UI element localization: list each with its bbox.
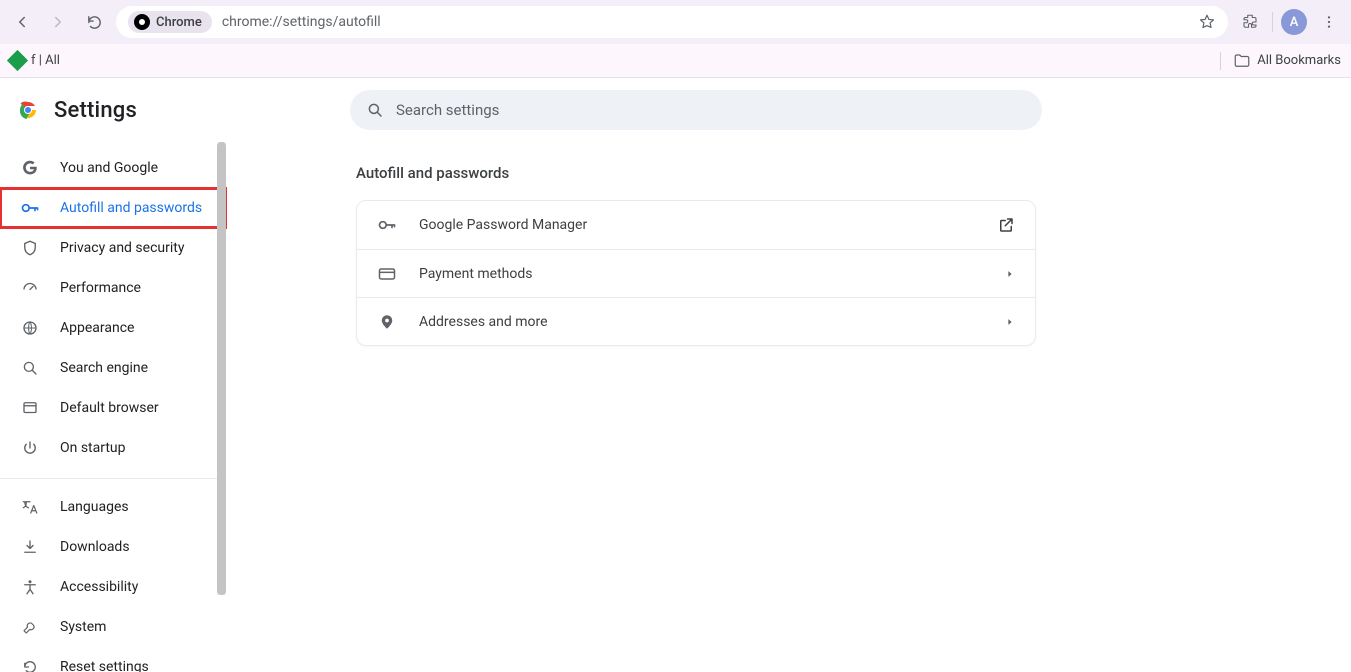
avatar-letter: A — [1290, 15, 1299, 30]
shield-icon — [20, 238, 40, 258]
row-google-password-manager[interactable]: Google Password Manager — [357, 201, 1035, 249]
power-icon — [20, 438, 40, 458]
sidebar-item-label: Accessibility — [60, 579, 138, 595]
speedometer-icon — [20, 278, 40, 298]
row-payment-methods[interactable]: Payment methods — [357, 249, 1035, 297]
sidebar-item-label: Default browser — [60, 400, 159, 416]
address-bar[interactable]: Chrome chrome://settings/autofill — [116, 6, 1228, 38]
translate-icon — [20, 497, 40, 517]
key-icon — [377, 215, 397, 235]
row-label: Google Password Manager — [419, 217, 997, 233]
sidebar-divider — [0, 478, 226, 479]
site-chip: Chrome — [128, 11, 212, 33]
globe-icon — [20, 318, 40, 338]
sidebar-item-label: Downloads — [60, 539, 130, 555]
sidebar-item-on-startup[interactable]: On startup — [0, 428, 226, 468]
sidebar-item-label: System — [60, 619, 106, 635]
chevron-right-icon — [1005, 317, 1015, 327]
bookbar-divider — [1220, 52, 1221, 70]
sidebar-item-privacy[interactable]: Privacy and security — [0, 228, 226, 268]
reload-button[interactable] — [80, 8, 108, 36]
star-icon[interactable] — [1198, 13, 1216, 31]
sidebar-item-you-google[interactable]: You and Google — [0, 148, 226, 188]
sidebar-item-system[interactable]: System — [0, 607, 226, 647]
settings-header: Settings Search settings — [0, 78, 1351, 142]
sidebar-item-label: Appearance — [60, 320, 134, 336]
sidebar-item-languages[interactable]: Languages — [0, 487, 226, 527]
sidebar-item-accessibility[interactable]: Accessibility — [0, 567, 226, 607]
bookmarks-bar: f | All All Bookmarks — [0, 44, 1351, 78]
sidebar-scrollbar-thumb[interactable] — [217, 142, 226, 595]
sidebar-item-search-engine[interactable]: Search engine — [0, 348, 226, 388]
autofill-card: Google Password Manager Payment methods — [356, 200, 1036, 346]
sidebar-item-label: Autofill and passwords — [60, 200, 202, 216]
bookmark-icon — [7, 50, 28, 71]
sidebar-scrollbar-track[interactable] — [217, 142, 226, 595]
location-icon — [377, 312, 397, 332]
sidebar-item-label: Search engine — [60, 360, 148, 376]
key-icon — [20, 198, 40, 218]
search-icon — [20, 358, 40, 378]
page-title: Settings — [54, 98, 137, 123]
sidebar-item-label: Reset settings — [60, 659, 149, 672]
open-external-icon — [997, 216, 1015, 234]
row-label: Addresses and more — [419, 314, 1005, 330]
sidebar-item-performance[interactable]: Performance — [0, 268, 226, 308]
folder-icon — [1233, 52, 1251, 70]
chrome-logo-icon — [16, 98, 40, 122]
site-icon — [134, 14, 150, 30]
toolbar-divider — [1272, 12, 1273, 32]
settings-main: Autofill and passwords Google Password M… — [226, 142, 1351, 672]
sidebar-item-label: You and Google — [60, 160, 158, 176]
site-chip-label: Chrome — [156, 15, 202, 30]
browser-icon — [20, 398, 40, 418]
google-g-icon — [20, 158, 40, 178]
search-placeholder: Search settings — [396, 101, 499, 119]
row-addresses[interactable]: Addresses and more — [357, 297, 1035, 345]
sidebar-item-autofill[interactable]: Autofill and passwords — [0, 188, 226, 228]
sidebar-item-label: Languages — [60, 499, 129, 515]
wrench-icon — [20, 617, 40, 637]
bookmark-item[interactable]: f | All — [10, 53, 60, 68]
settings-sidebar: You and Google Autofill and passwords Pr… — [0, 142, 226, 672]
sidebar-item-label: Performance — [60, 280, 141, 296]
download-icon — [20, 537, 40, 557]
back-button[interactable] — [8, 8, 36, 36]
sidebar-item-reset[interactable]: Reset settings — [0, 647, 226, 672]
bookmark-label: f | All — [31, 53, 60, 68]
sidebar-item-appearance[interactable]: Appearance — [0, 308, 226, 348]
chevron-right-icon — [1005, 269, 1015, 279]
sidebar-item-downloads[interactable]: Downloads — [0, 527, 226, 567]
extensions-button[interactable] — [1236, 8, 1264, 36]
search-icon — [366, 101, 384, 119]
browser-toolbar: Chrome chrome://settings/autofill A — [0, 0, 1351, 44]
url-text: chrome://settings/autofill — [222, 14, 381, 30]
forward-button[interactable] — [44, 8, 72, 36]
accessibility-icon — [20, 577, 40, 597]
section-title: Autofill and passwords — [356, 164, 1351, 182]
sidebar-item-default-browser[interactable]: Default browser — [0, 388, 226, 428]
sidebar-item-label: Privacy and security — [60, 240, 184, 256]
reset-icon — [20, 657, 40, 672]
row-label: Payment methods — [419, 266, 1005, 282]
kebab-menu[interactable] — [1315, 8, 1343, 36]
profile-avatar[interactable]: A — [1281, 9, 1307, 35]
all-bookmarks-link[interactable]: All Bookmarks — [1257, 53, 1341, 68]
card-icon — [377, 264, 397, 284]
sidebar-item-label: On startup — [60, 440, 126, 456]
search-settings-input[interactable]: Search settings — [350, 90, 1042, 130]
